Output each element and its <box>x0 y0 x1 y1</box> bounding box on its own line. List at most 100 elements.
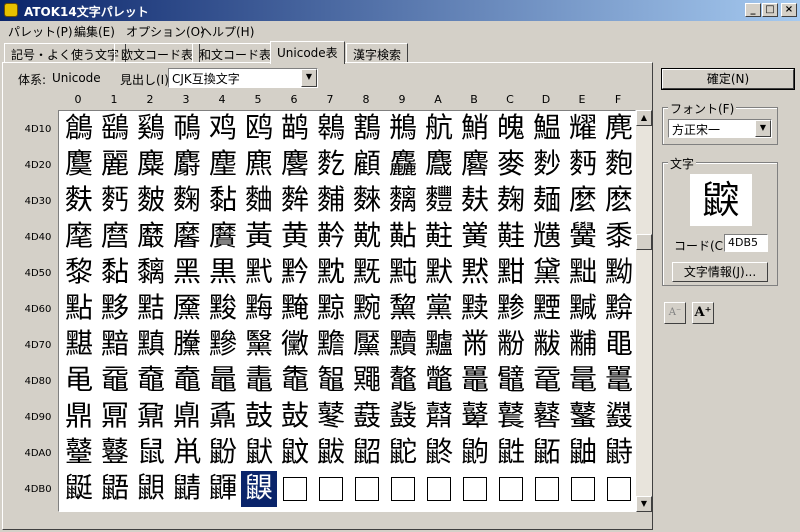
char-cell[interactable]: 鼑 <box>169 399 205 435</box>
char-cell[interactable]: 黤 <box>277 291 313 327</box>
char-cell[interactable]: 麃 <box>241 147 277 183</box>
char-cell[interactable]: 麺 <box>529 183 565 219</box>
chevron-down-icon[interactable]: ▼ <box>301 69 317 87</box>
char-cell[interactable]: 黴 <box>277 327 313 363</box>
char-info-button[interactable]: 文字情報(J)... <box>672 262 768 282</box>
char-cell[interactable]: 黻 <box>529 327 565 363</box>
char-cell[interactable]: 黿 <box>97 363 133 399</box>
char-cell[interactable]: 黏 <box>97 255 133 291</box>
char-cell[interactable]: 黈 <box>421 219 457 255</box>
char-cell[interactable]: 黔 <box>277 255 313 291</box>
char-cell[interactable]: 黢 <box>205 291 241 327</box>
minimize-button[interactable]: _ <box>745 3 761 17</box>
char-cell[interactable]: 鶷 <box>349 111 385 147</box>
char-cell[interactable]: 黕 <box>313 255 349 291</box>
char-cell[interactable]: 麧 <box>313 147 349 183</box>
maximize-button[interactable]: □ <box>762 3 778 17</box>
char-cell[interactable]: 鼕 <box>313 399 349 435</box>
char-cell[interactable]: 黱 <box>169 327 205 363</box>
char-cell[interactable]: 鼎 <box>61 399 97 435</box>
char-cell[interactable]: 鼂 <box>205 363 241 399</box>
char-cell[interactable]: 鼖 <box>349 399 385 435</box>
char-cell[interactable]: 默 <box>421 255 457 291</box>
char-cell[interactable]: 麔 <box>457 147 493 183</box>
font-smaller-button[interactable]: A⁻ <box>664 302 686 324</box>
char-cell[interactable]: 鼅 <box>313 363 349 399</box>
char-cell[interactable]: 黦 <box>349 291 385 327</box>
char-cell[interactable]: 黳 <box>241 327 277 363</box>
char-cell[interactable]: 鼢 <box>205 435 241 471</box>
char-cell[interactable]: 麨 <box>529 147 565 183</box>
char-cell[interactable]: 黝 <box>601 255 635 291</box>
char-cell[interactable]: 鼦 <box>349 435 385 471</box>
empty-char-cell[interactable] <box>499 477 523 501</box>
char-cell[interactable]: 黀 <box>133 219 169 255</box>
char-cell[interactable]: 鼝 <box>601 399 635 435</box>
char-cell[interactable]: 麫 <box>97 183 133 219</box>
char-cell[interactable]: 黶 <box>349 327 385 363</box>
char-cell[interactable]: 黗 <box>385 255 421 291</box>
char-cell[interactable]: 黏 <box>205 183 241 219</box>
char-cell[interactable]: 麬 <box>133 183 169 219</box>
empty-char-cell[interactable] <box>355 477 379 501</box>
empty-char-cell[interactable] <box>463 477 487 501</box>
char-cell[interactable]: 鼇 <box>385 363 421 399</box>
char-cell[interactable]: 黮 <box>61 327 97 363</box>
char-cell[interactable]: 黬 <box>565 291 601 327</box>
char-cell[interactable]: 麷 <box>421 183 457 219</box>
char-cell[interactable]: 黵 <box>313 327 349 363</box>
char-cell[interactable]: 航 <box>421 111 457 147</box>
char-cell[interactable]: 麝 <box>169 147 205 183</box>
char-cell[interactable]: 鼈 <box>421 363 457 399</box>
font-select[interactable]: 方正宋一 ▼ <box>668 119 772 138</box>
char-cell[interactable]: 麂 <box>601 111 635 147</box>
char-cell[interactable]: 麩 <box>61 183 97 219</box>
char-cell[interactable]: 鼩 <box>457 435 493 471</box>
char-cell[interactable]: 點 <box>61 291 97 327</box>
empty-char-cell[interactable] <box>391 477 415 501</box>
char-cell[interactable]: 黠 <box>133 291 169 327</box>
char-cell[interactable]: 鼆 <box>349 363 385 399</box>
char-cell[interactable]: 麭 <box>601 147 635 183</box>
char-cell[interactable]: 鼙 <box>457 399 493 435</box>
font-larger-button[interactable]: A⁺ <box>692 302 714 324</box>
char-cell[interactable]: 鼠 <box>133 435 169 471</box>
char-cell[interactable]: 麿 <box>97 219 133 255</box>
char-cell[interactable]: 黂 <box>205 219 241 255</box>
char-cell[interactable]: 黁 <box>169 219 205 255</box>
menu-edit[interactable]: 編集(E) <box>74 23 115 40</box>
char-cell[interactable]: 麥 <box>493 147 529 183</box>
char-cell[interactable]: 麶 <box>385 183 421 219</box>
heading-select[interactable]: CJK互換文字 ▼ <box>168 68 318 88</box>
char-cell[interactable]: 黫 <box>529 291 565 327</box>
tab-kanji-search[interactable]: 漢字検索 <box>346 43 409 63</box>
char-cell[interactable]: 黨 <box>421 291 457 327</box>
char-cell[interactable]: 黪 <box>493 291 529 327</box>
char-cell[interactable]: 鼱 <box>169 471 205 507</box>
char-cell[interactable]: 麸 <box>457 183 493 219</box>
char-cell[interactable]: 黅 <box>313 219 349 255</box>
char-cell[interactable]: 黛 <box>529 255 565 291</box>
char-cell[interactable]: 鸥 <box>241 111 277 147</box>
tab-latin-code[interactable]: 欧文コード表 <box>114 43 201 63</box>
char-cell[interactable]: 鼲 <box>205 471 241 507</box>
char-cell[interactable]: 麱 <box>313 183 349 219</box>
char-cell[interactable]: 鼃 <box>241 363 277 399</box>
char-cell[interactable]: 鼨 <box>421 435 457 471</box>
char-cell[interactable]: 麌 <box>61 147 97 183</box>
char-cell[interactable]: 鼰 <box>133 471 169 507</box>
char-cell[interactable]: 顧 <box>349 147 385 183</box>
char-cell[interactable]: 黎 <box>61 255 97 291</box>
tab-symbols[interactable]: 記号・よく使う文字 <box>4 43 127 63</box>
char-cell[interactable]: 鼥 <box>313 435 349 471</box>
char-cell[interactable]: 鶬 <box>61 111 97 147</box>
char-cell[interactable]: 鼘 <box>421 399 457 435</box>
char-cell[interactable]: 鼡 <box>169 435 205 471</box>
char-cell[interactable]: 鰛 <box>529 111 565 147</box>
char-cell[interactable]: 鼮 <box>61 471 97 507</box>
char-cell[interactable]: 鼔 <box>277 399 313 435</box>
char-cell[interactable]: 鳾 <box>169 111 205 147</box>
char-cell[interactable]: 鼟 <box>97 435 133 471</box>
char-cell[interactable]: 鼌 <box>565 363 601 399</box>
char-cell[interactable]: 鼓 <box>241 399 277 435</box>
